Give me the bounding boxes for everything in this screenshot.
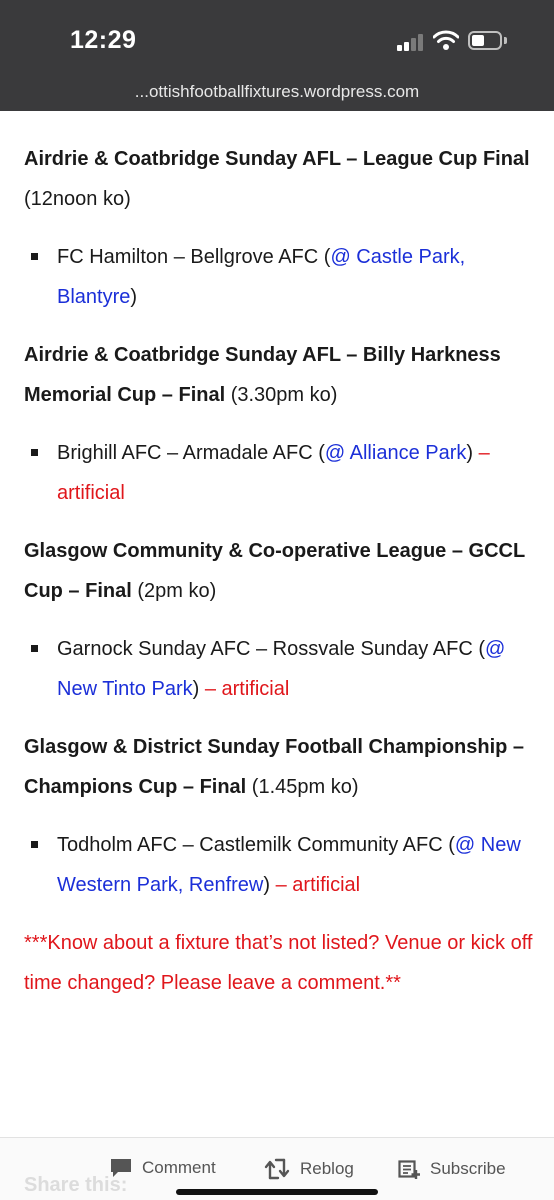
url-bar[interactable]: ...ottishfootballfixtures.wordpress.com: [0, 82, 554, 102]
fixture-teams: Garnock Sunday AFC – Rossvale Sunday AFC: [57, 638, 479, 660]
fixture-teams: Todholm AFC – Castlemilk Community AFC: [57, 834, 449, 856]
fixture-item: FC Hamilton – Bellgrove AFC (@ Castle Pa…: [24, 237, 534, 317]
reblog-label: Reblog: [300, 1159, 354, 1178]
fixture-teams: FC Hamilton – Bellgrove AFC: [57, 246, 324, 268]
paren-open: (: [448, 834, 455, 856]
fixture-list: Brighill AFC – Armadale AFC (@ Alliance …: [24, 433, 534, 513]
surface-note: – artificial: [270, 874, 361, 896]
article-content: Airdrie & Coatbridge Sunday AFL – League…: [24, 139, 534, 1003]
fixture-item: Garnock Sunday AFC – Rossvale Sunday AFC…: [24, 629, 534, 709]
subscribe-icon: [398, 1160, 420, 1179]
subscribe-button[interactable]: Subscribe: [398, 1158, 506, 1180]
venue-link[interactable]: @ Alliance Park: [325, 442, 466, 464]
competition-heading: Airdrie & Coatbridge Sunday AFL – Billy …: [24, 335, 534, 415]
fixture-item: Brighill AFC – Armadale AFC (@ Alliance …: [24, 433, 534, 513]
competition-title: Glasgow Community & Co-operative League …: [24, 540, 525, 602]
competition-heading: Glasgow & District Sunday Football Champ…: [24, 727, 534, 807]
missing-fixture-notice: ***Know about a fixture that’s not liste…: [24, 932, 533, 994]
comment-label: Comment: [142, 1158, 216, 1177]
subscribe-label: Subscribe: [430, 1159, 506, 1178]
bullet-icon: [31, 253, 38, 260]
battery-icon: [468, 31, 502, 50]
fixture-list: Todholm AFC – Castlemilk Community AFC (…: [24, 825, 534, 905]
comment-icon: [111, 1159, 131, 1177]
fixture-teams: Brighill AFC – Armadale AFC: [57, 442, 319, 464]
competition-heading: Glasgow Community & Co-operative League …: [24, 531, 534, 611]
bullet-icon: [31, 645, 38, 652]
reblog-icon: [264, 1158, 290, 1180]
cellular-signal-icon: [397, 33, 425, 51]
competition-heading: Airdrie & Coatbridge Sunday AFL – League…: [24, 139, 534, 219]
bullet-icon: [31, 449, 38, 456]
competition-title: Airdrie & Coatbridge Sunday AFL – League…: [24, 148, 530, 170]
battery-tip: [504, 37, 507, 44]
kick-off-time: (2pm ko): [131, 580, 217, 602]
reblog-button[interactable]: Reblog: [264, 1158, 354, 1180]
fixture-list: FC Hamilton – Bellgrove AFC (@ Castle Pa…: [24, 237, 534, 317]
kick-off-time: (1.45pm ko): [246, 776, 359, 798]
comment-button[interactable]: Comment: [110, 1158, 216, 1178]
kick-off-time: (3.30pm ko): [225, 384, 338, 406]
status-and-url-bar: 12:29 ...ottishfootballfixtures.wordpres…: [0, 0, 554, 111]
surface-note: – artificial: [199, 678, 290, 700]
bullet-icon: [31, 841, 38, 848]
fixture-list: Garnock Sunday AFC – Rossvale Sunday AFC…: [24, 629, 534, 709]
paren-open: (: [478, 638, 485, 660]
kick-off-time: (12noon ko): [24, 188, 131, 210]
status-time: 12:29: [70, 26, 137, 54]
home-indicator[interactable]: [176, 1189, 378, 1195]
battery-level: [472, 35, 484, 46]
paren-close: ): [130, 286, 138, 308]
paren-open: (: [318, 442, 325, 464]
wifi-icon: [432, 29, 460, 51]
fixture-item: Todholm AFC – Castlemilk Community AFC (…: [24, 825, 534, 905]
